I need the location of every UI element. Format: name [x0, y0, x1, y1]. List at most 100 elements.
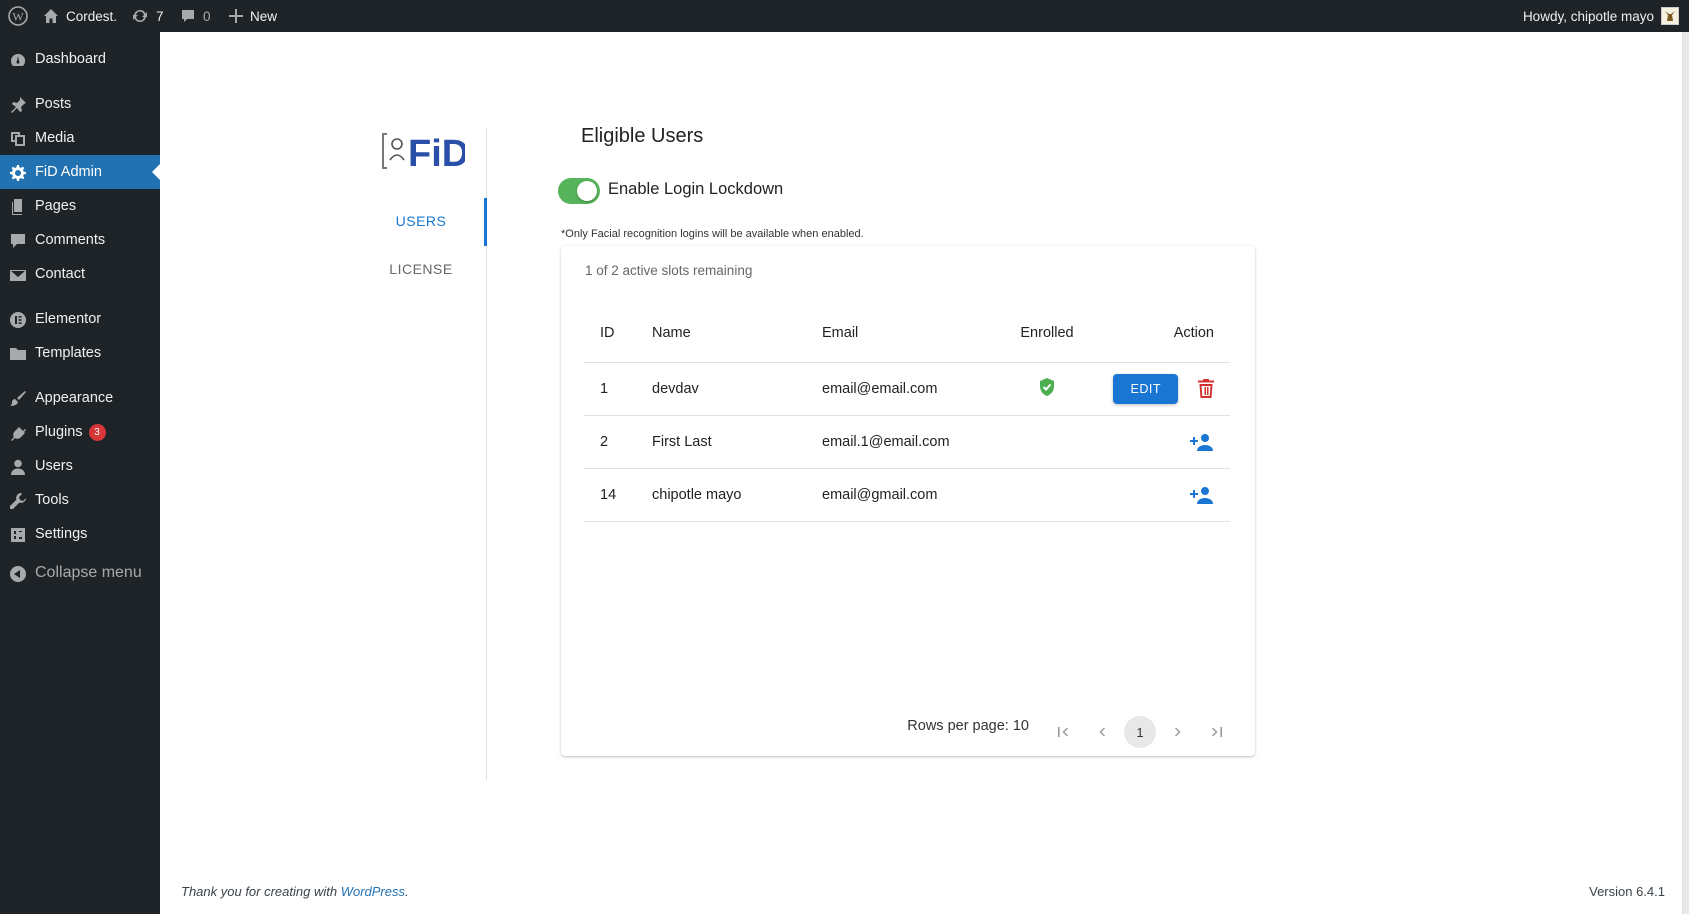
column-header-id: ID: [584, 304, 652, 363]
sidebar-item-plugins[interactable]: Plugins 3: [0, 415, 160, 449]
wrench-icon: [9, 492, 27, 510]
column-header-action: Action: [1102, 304, 1230, 363]
updates-count: 7: [156, 8, 164, 24]
comment-icon: [9, 232, 27, 250]
site-name-link[interactable]: Cordest.: [43, 0, 117, 32]
media-icon: [9, 130, 27, 148]
current-page-button[interactable]: 1: [1124, 716, 1156, 748]
sidebar-item-elementor[interactable]: Elementor: [0, 302, 160, 336]
table-row: 1 devdav email@email.com EDIT: [584, 362, 1230, 416]
sidebar-item-tools[interactable]: Tools: [0, 483, 160, 517]
cell-name: First Last: [652, 415, 822, 469]
cell-enrolled: [992, 468, 1102, 522]
page-icon: [9, 198, 27, 216]
new-label: New: [250, 8, 278, 24]
cell-action: EDIT: [1102, 362, 1230, 416]
comments-count: 0: [203, 8, 211, 24]
comments-link[interactable]: 0: [180, 0, 211, 32]
delete-icon[interactable]: [1198, 379, 1214, 398]
column-header-enrolled: Enrolled: [992, 304, 1102, 363]
users-card: 1 of 2 active slots remaining ID Name Em…: [561, 246, 1255, 756]
brush-icon: [9, 390, 27, 408]
sidebar-item-templates[interactable]: Templates: [0, 336, 160, 370]
sidebar-item-posts[interactable]: Posts: [0, 87, 160, 121]
refresh-icon: [133, 10, 147, 22]
table-row: 2 First Last email.1@email.com: [584, 415, 1230, 469]
site-name: Cordest.: [66, 8, 118, 24]
cell-enrolled: [992, 362, 1102, 416]
column-header-name: Name: [652, 304, 822, 363]
toggle-knob: [577, 181, 597, 201]
pin-icon: [9, 96, 27, 114]
sidebar-item-fid-admin[interactable]: FiD Admin: [0, 155, 160, 189]
wordpress-link[interactable]: WordPress: [341, 884, 405, 899]
sidebar-item-settings[interactable]: Settings: [0, 517, 160, 551]
my-account-link[interactable]: Howdy, chipotle mayo: [1523, 0, 1679, 32]
previous-page-icon[interactable]: [1086, 716, 1118, 748]
rows-per-page-label[interactable]: Rows per page: 10: [907, 718, 1029, 734]
cell-action: [1102, 468, 1230, 522]
scrollbar-track[interactable]: [1682, 32, 1689, 914]
collapse-arrow-icon: [9, 565, 27, 583]
pagination: Rows per page: 10 1: [561, 700, 1255, 756]
enrolled-shield-icon: [1038, 377, 1056, 401]
wordpress-logo-icon[interactable]: W: [8, 0, 28, 32]
home-icon: [44, 9, 58, 23]
new-content-link[interactable]: New: [229, 0, 277, 32]
cell-id: 1: [584, 362, 652, 416]
sidebar-item-comments[interactable]: Comments: [0, 223, 160, 257]
cell-name: devdav: [652, 362, 822, 416]
cell-enrolled: [992, 415, 1102, 469]
cell-email: email.1@email.com: [822, 415, 992, 469]
users-table: ID Name Email Enrolled Action 1 devdav e…: [584, 304, 1230, 522]
fid-logo: FiD: [381, 128, 469, 175]
login-lockdown-toggle[interactable]: [558, 178, 600, 204]
gear-icon: [9, 164, 27, 182]
first-page-icon[interactable]: [1047, 716, 1079, 748]
folder-icon: [9, 345, 27, 363]
table-header-row: ID Name Email Enrolled Action: [584, 304, 1230, 363]
avatar: [1661, 7, 1679, 25]
cell-action: [1102, 415, 1230, 469]
lockdown-note: *Only Facial recognition logins will be …: [561, 228, 864, 240]
sidebar-item-dashboard[interactable]: Dashboard: [0, 42, 160, 76]
svg-text:W: W: [12, 10, 24, 24]
tab-users[interactable]: USERS: [370, 213, 472, 229]
mail-icon: [9, 266, 27, 284]
admin-sidebar: Dashboard Posts Media FiD Admin Pages Co…: [0, 32, 160, 914]
column-header-email: Email: [822, 304, 992, 363]
updates-link[interactable]: 7: [131, 0, 164, 32]
svg-text:FiD: FiD: [408, 133, 465, 174]
user-icon: [9, 458, 27, 476]
footer-thanks: Thank you for creating with WordPress.: [181, 884, 409, 899]
cell-id: 2: [584, 415, 652, 469]
cell-email: email@gmail.com: [822, 468, 992, 522]
tab-license[interactable]: LICENSE: [370, 261, 472, 277]
last-page-icon[interactable]: [1201, 716, 1233, 748]
settings-icon: [9, 526, 27, 544]
footer-version: Version 6.4.1: [1589, 884, 1665, 899]
sidebar-item-media[interactable]: Media: [0, 121, 160, 155]
cell-email: email@email.com: [822, 362, 992, 416]
greeting: Howdy, chipotle mayo: [1522, 8, 1654, 24]
plug-icon: [9, 424, 27, 442]
page-title: Eligible Users: [581, 125, 704, 147]
add-user-icon[interactable]: [1190, 433, 1214, 451]
plus-icon: [229, 9, 243, 23]
cell-id: 14: [584, 468, 652, 522]
cell-name: chipotle mayo: [652, 468, 822, 522]
dashboard-icon: [9, 51, 27, 69]
login-lockdown-label: Enable Login Lockdown: [608, 180, 784, 198]
sidebar-item-contact[interactable]: Contact: [0, 257, 160, 291]
sidebar-item-appearance[interactable]: Appearance: [0, 381, 160, 415]
next-page-icon[interactable]: [1162, 716, 1194, 748]
elementor-icon: [9, 311, 27, 329]
sidebar-item-users[interactable]: Users: [0, 449, 160, 483]
add-user-icon[interactable]: [1190, 486, 1214, 504]
admin-bar: W Cordest. 7 0 New Howdy, chipotle mayo: [0, 0, 1689, 32]
plugins-update-badge: 3: [88, 423, 106, 441]
sidebar-item-pages[interactable]: Pages: [0, 189, 160, 223]
collapse-menu-button[interactable]: Collapse menu: [0, 556, 160, 590]
comment-icon: [182, 10, 194, 22]
edit-button[interactable]: EDIT: [1113, 373, 1178, 404]
